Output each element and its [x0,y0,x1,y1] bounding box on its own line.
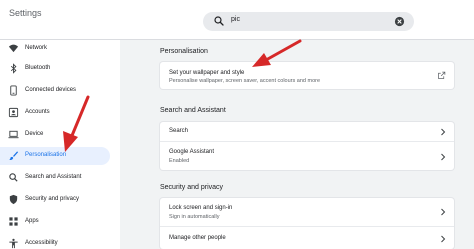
brush-icon [8,151,19,160]
search-assistant-card: Search Google Assistant Enabled [160,122,454,170]
sidebar-item-label: Personalisation [25,152,67,158]
chevron-right-icon [441,235,446,243]
wallpaper-style-title: Set your wallpaper and style [169,70,245,76]
close-circle-icon[interactable] [394,16,405,27]
sidebar-item-label: Accounts [25,109,50,115]
sidebar-item-label: Bluetooth [25,65,51,71]
sidebar-item-search-assistant[interactable]: Search and Assistant [0,169,110,187]
search-row-label: Search [169,128,189,134]
google-assistant-status: Enabled [169,158,190,164]
chevron-right-icon [441,208,446,216]
laptop-icon [8,130,19,139]
connected-devices-icon [10,85,17,96]
sidebar-item-label: Apps [25,218,39,224]
main-content: Personalisation Set your wallpaper and s… [120,40,474,249]
sidebar-item-label: Security and privacy [25,196,80,202]
app-title: Settings [9,8,42,18]
bluetooth-icon [10,63,17,74]
security-privacy-card: Lock screen and sign-in Sign in automati… [160,198,454,249]
sidebar-item-apps[interactable]: Apps [0,213,110,231]
sidebar-item-label: Connected devices [25,87,77,93]
sidebar-item-bluetooth[interactable]: Bluetooth [0,60,110,78]
wallpaper-style-subtitle: Personalise wallpaper, screen saver, acc… [169,78,321,84]
external-link-icon[interactable] [437,71,446,80]
sidebar-item-label: Network [25,45,48,51]
title-bar: Settings pic [0,0,474,40]
section-title-security-privacy: Security and privacy [160,184,224,191]
sidebar-item-connected-devices[interactable]: Connected devices [0,82,110,100]
sidebar-item-personalisation[interactable]: Personalisation [0,147,110,165]
search-box[interactable]: pic [203,12,414,31]
shield-icon [9,194,18,205]
section-title-search-assistant: Search and Assistant [160,107,226,114]
lock-screen-title: Lock screen and sign-in [169,205,233,211]
search-icon [9,173,18,182]
sidebar-item-label: Device [25,131,44,137]
chevron-right-icon [441,153,446,161]
lock-screen-subtitle: Sign in automatically [169,214,220,220]
google-assistant-title: Google Assistant [169,149,215,155]
wifi-icon [8,44,19,53]
search-input[interactable]: pic [231,16,240,23]
wallpaper-style-row[interactable]: Set your wallpaper and style Personalise… [160,62,454,89]
apps-grid-icon [9,217,18,226]
account-icon [8,107,19,118]
section-title-personalisation: Personalisation [160,48,208,55]
sidebar: Network Bluetooth Connected devices Acco… [0,40,120,249]
accessibility-icon [9,238,18,249]
manage-other-people-row[interactable]: Manage other people [160,226,454,249]
sidebar-item-label: Accessibility [25,240,58,246]
search-row[interactable]: Search [160,122,454,141]
sidebar-item-accessibility[interactable]: Accessibility [0,235,110,249]
lock-screen-row[interactable]: Lock screen and sign-in Sign in automati… [160,198,454,226]
search-icon [214,16,224,26]
google-assistant-row[interactable]: Google Assistant Enabled [160,141,454,170]
sidebar-item-device[interactable]: Device [0,126,110,144]
sidebar-item-security-privacy[interactable]: Security and privacy [0,191,110,209]
manage-other-people-label: Manage other people [169,235,226,241]
personalisation-card: Set your wallpaper and style Personalise… [160,62,454,89]
sidebar-item-network[interactable]: Network [0,40,110,58]
chevron-right-icon [441,128,446,136]
sidebar-item-accounts[interactable]: Accounts [0,104,110,122]
sidebar-item-label: Search and Assistant [25,174,82,180]
